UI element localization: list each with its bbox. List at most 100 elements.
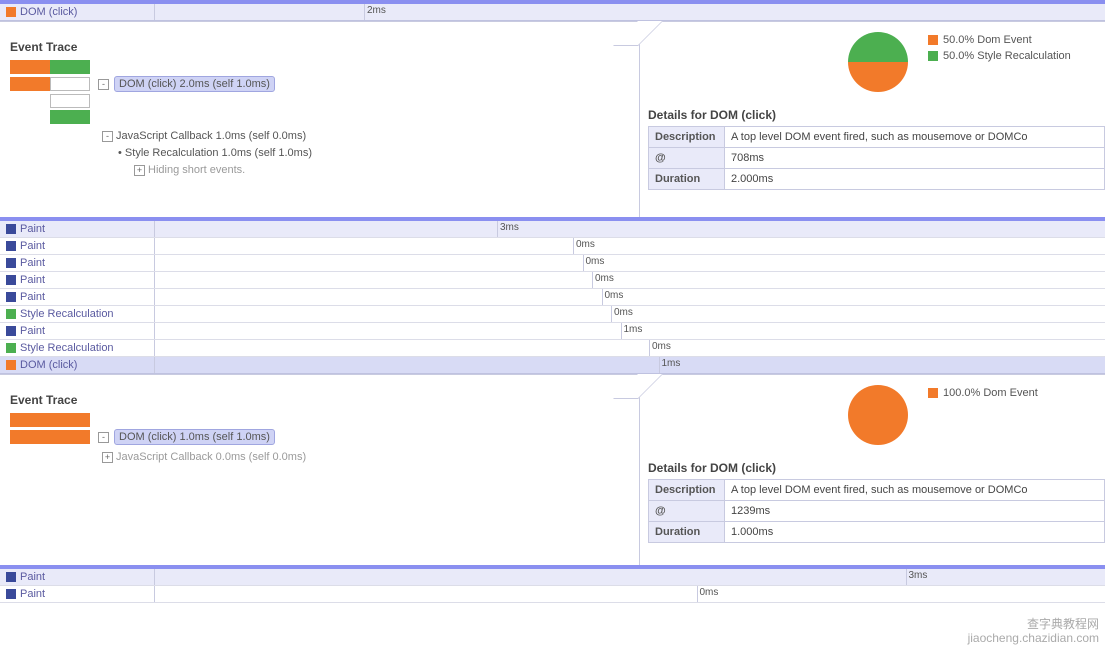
timeline-row[interactable]: Paint0ms bbox=[0, 586, 1105, 603]
details-value: 1239ms bbox=[725, 501, 1105, 522]
details-row: @708ms bbox=[649, 148, 1105, 169]
collapse-icon[interactable]: - bbox=[98, 79, 109, 90]
tree-line[interactable]: +Hiding short events. bbox=[134, 162, 629, 179]
details-key: @ bbox=[649, 148, 725, 169]
timeline-row[interactable]: DOM (click)1ms bbox=[0, 357, 1105, 374]
trace-bar-row bbox=[10, 94, 629, 108]
bullet-icon: • bbox=[118, 147, 125, 159]
trace-bar-segment bbox=[50, 94, 90, 108]
details-title: Details for DOM (click) bbox=[648, 108, 1105, 122]
navy-square-icon bbox=[6, 258, 16, 268]
legend-label: 50.0% Style Recalculation bbox=[943, 50, 1071, 62]
navy-square-icon bbox=[6, 275, 16, 285]
watermark-line1: 查字典教程网 bbox=[968, 617, 1099, 631]
time-tick-label: 3ms bbox=[906, 570, 928, 581]
trace-node-wrap[interactable]: -DOM (click) 2.0ms (self 1.0ms) bbox=[98, 76, 275, 92]
timeline-area[interactable]: 0ms bbox=[155, 255, 1105, 271]
timeline-row[interactable]: Style Recalculation 0ms bbox=[0, 340, 1105, 357]
trace-bar-row: -DOM (click) 2.0ms (self 1.0ms) bbox=[10, 76, 629, 92]
tree-line[interactable]: +JavaScript Callback 0.0ms (self 0.0ms) bbox=[102, 449, 629, 466]
trace-tree: -JavaScript Callback 1.0ms (self 0.0ms)•… bbox=[102, 128, 629, 179]
pie-chart-area: 100.0% Dom Event bbox=[648, 385, 1105, 445]
timeline-area[interactable]: 1ms bbox=[155, 357, 1105, 373]
legend-swatch-icon bbox=[928, 388, 938, 398]
collapse-icon[interactable]: - bbox=[98, 432, 109, 443]
tree-line[interactable]: • Style Recalculation 1.0ms (self 1.0ms) bbox=[118, 145, 629, 162]
details-key: @ bbox=[649, 501, 725, 522]
trace-bars: -DOM (click) 1.0ms (self 1.0ms) bbox=[10, 413, 629, 445]
trace-bar-segment bbox=[10, 430, 90, 444]
timeline-row[interactable]: Style Recalculation0ms bbox=[0, 306, 1105, 323]
details-value: 2.000ms bbox=[725, 169, 1105, 190]
time-tick-label: 1ms bbox=[621, 324, 643, 335]
timeline-area[interactable]: 0ms bbox=[155, 306, 1105, 322]
row-label: Paint bbox=[20, 571, 154, 583]
expand-icon[interactable]: + bbox=[134, 165, 145, 176]
collapse-icon[interactable]: - bbox=[102, 131, 113, 142]
legend-item: 50.0% Dom Event bbox=[928, 32, 1071, 48]
trace-bar-segment bbox=[50, 77, 90, 91]
timeline-area[interactable]: 0ms bbox=[155, 238, 1105, 254]
trace-bar-segment bbox=[10, 94, 50, 108]
detail-right-panel: 100.0% Dom Event Details for DOM (click) D… bbox=[640, 375, 1105, 565]
timeline-area[interactable]: 3ms bbox=[155, 569, 1105, 585]
legend-swatch-icon bbox=[928, 35, 938, 45]
timeline-area[interactable]: 0ms bbox=[155, 586, 1105, 602]
navy-square-icon bbox=[6, 572, 16, 582]
details-row: DescriptionA top level DOM event fired, … bbox=[649, 480, 1105, 501]
row-label: Paint bbox=[20, 274, 154, 286]
trace-node-wrap[interactable]: -DOM (click) 1.0ms (self 1.0ms) bbox=[98, 429, 275, 445]
timeline-row[interactable]: Paint 1ms bbox=[0, 323, 1105, 340]
timeline-row[interactable]: Paint 0ms bbox=[0, 272, 1105, 289]
orange-square-icon bbox=[6, 360, 16, 370]
timeline-row[interactable]: Paint 0ms bbox=[0, 255, 1105, 272]
details-row: @1239ms bbox=[649, 501, 1105, 522]
event-trace-title: Event Trace bbox=[10, 393, 629, 407]
timeline-row[interactable]: Paint 3ms bbox=[0, 569, 1105, 586]
details-key: Duration bbox=[649, 522, 725, 543]
timeline-row[interactable]: Paint 0ms bbox=[0, 289, 1105, 306]
timeline-row[interactable]: DOM (click)2ms bbox=[0, 4, 1105, 21]
trace-bar-row bbox=[10, 60, 629, 74]
trace-node[interactable]: DOM (click) 1.0ms (self 1.0ms) bbox=[114, 429, 275, 445]
watermark-line2: jiaocheng.chazidian.com bbox=[968, 631, 1099, 645]
navy-square-icon bbox=[6, 589, 16, 599]
row-label: Paint bbox=[20, 325, 154, 337]
trace-bar-row bbox=[10, 413, 629, 427]
timeline-row[interactable]: Paint3ms bbox=[0, 221, 1105, 238]
trace-bar-row bbox=[10, 110, 629, 124]
details-title: Details for DOM (click) bbox=[648, 461, 1105, 475]
tree-line[interactable]: -JavaScript Callback 1.0ms (self 0.0ms) bbox=[102, 128, 629, 145]
time-tick-label: 0ms bbox=[649, 341, 671, 352]
legend-item: 100.0% Dom Event bbox=[928, 385, 1038, 401]
pie-legend: 100.0% Dom Event bbox=[928, 385, 1038, 401]
time-tick-label: 0ms bbox=[602, 290, 624, 301]
timeline-area[interactable]: 0ms bbox=[155, 340, 1105, 356]
time-tick-label: 0ms bbox=[583, 256, 605, 267]
timeline-area[interactable]: 0ms bbox=[155, 289, 1105, 305]
legend-label: 50.0% Dom Event bbox=[943, 34, 1032, 46]
row-label: Paint bbox=[20, 291, 154, 303]
details-row: Duration2.000ms bbox=[649, 169, 1105, 190]
details-value: A top level DOM event fired, such as mou… bbox=[725, 480, 1105, 501]
legend-swatch-icon bbox=[928, 51, 938, 61]
row-label: Paint bbox=[20, 257, 154, 269]
row-label: Style Recalculation bbox=[20, 342, 154, 354]
details-key: Description bbox=[649, 480, 725, 501]
timeline-row[interactable]: Paint0ms bbox=[0, 238, 1105, 255]
timeline-area[interactable]: 3ms bbox=[155, 221, 1105, 237]
time-tick-label: 1ms bbox=[659, 358, 681, 369]
timeline-area[interactable]: 2ms bbox=[155, 4, 1105, 20]
details-value: 1.000ms bbox=[725, 522, 1105, 543]
time-tick-label: 0ms bbox=[592, 273, 614, 284]
time-tick-label: 0ms bbox=[611, 307, 633, 318]
timeline-area[interactable]: 0ms bbox=[155, 272, 1105, 288]
tree-text: Hiding short events. bbox=[148, 164, 245, 176]
event-trace-panel: Event Trace-DOM (click) 2.0ms (self 1.0m… bbox=[0, 22, 640, 217]
detail-right-panel: 50.0% Dom Event 50.0% Style Recalculation… bbox=[640, 22, 1105, 217]
navy-square-icon bbox=[6, 241, 16, 251]
time-tick-label: 3ms bbox=[497, 222, 519, 233]
timeline-area[interactable]: 1ms bbox=[155, 323, 1105, 339]
trace-node[interactable]: DOM (click) 2.0ms (self 1.0ms) bbox=[114, 76, 275, 92]
expand-icon[interactable]: + bbox=[102, 452, 113, 463]
